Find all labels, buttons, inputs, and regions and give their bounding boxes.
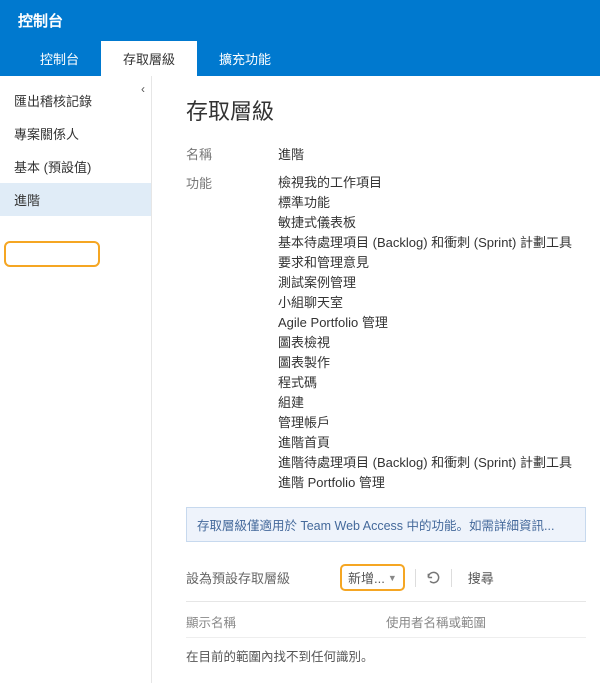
content-heading: 存取層級 <box>186 94 586 126</box>
refresh-icon[interactable] <box>426 570 441 585</box>
table-empty-message: 在目前的範圍內找不到任何識別。 <box>186 638 586 673</box>
table-header: 顯示名稱 使用者名稱或範圍 <box>186 602 586 638</box>
features-list: 檢視我的工作項目 標準功能 敏捷式儀表板 基本待處理項目 (Backlog) 和… <box>278 173 586 493</box>
feature-item: 進階待處理項目 (Backlog) 和衝刺 (Sprint) 計劃工具 <box>278 453 586 473</box>
name-value: 進階 <box>278 144 586 163</box>
sidebar-collapse-icon[interactable]: ‹ <box>141 82 145 96</box>
name-label: 名稱 <box>186 144 278 163</box>
highlight-ring-sidebar <box>4 241 100 267</box>
tab-access-levels[interactable]: 存取層級 <box>101 41 197 76</box>
column-display-name[interactable]: 顯示名稱 <box>186 612 386 631</box>
search-link[interactable]: 搜尋 <box>468 568 494 587</box>
header-title: 控制台 <box>18 13 63 30</box>
sidebar-item-export-audit[interactable]: 匯出稽核記錄 <box>0 84 151 117</box>
sidebar-item-basic[interactable]: 基本 (預設值) <box>0 150 151 183</box>
feature-item: 要求和管理意見 <box>278 253 586 273</box>
feature-item: Agile Portfolio 管理 <box>278 313 586 333</box>
divider <box>451 569 452 587</box>
feature-item: 組建 <box>278 393 586 413</box>
feature-item: 進階 Portfolio 管理 <box>278 473 586 493</box>
divider <box>415 569 416 587</box>
feature-item: 檢視我的工作項目 <box>278 173 586 193</box>
feature-item: 圖表製作 <box>278 353 586 373</box>
feature-item: 基本待處理項目 (Backlog) 和衝刺 (Sprint) 計劃工具 <box>278 233 586 253</box>
features-label: 功能 <box>186 173 278 493</box>
feature-item: 管理帳戶 <box>278 413 586 433</box>
features-row: 功能 檢視我的工作項目 標準功能 敏捷式儀表板 基本待處理項目 (Backlog… <box>186 173 586 493</box>
column-user-scope[interactable]: 使用者名稱或範圍 <box>386 612 586 631</box>
feature-item: 敏捷式儀表板 <box>278 213 586 233</box>
name-row: 名稱 進階 <box>186 144 586 163</box>
tab-extensions[interactable]: 擴充功能 <box>197 41 293 76</box>
feature-item: 進階首頁 <box>278 433 586 453</box>
chevron-down-icon: ▼ <box>388 573 397 583</box>
tab-bar: 控制台 存取層級 擴充功能 <box>0 41 600 76</box>
set-default-label[interactable]: 設為預設存取層級 <box>186 568 290 587</box>
page-header: 控制台 <box>0 0 600 41</box>
feature-item: 圖表檢視 <box>278 333 586 353</box>
sidebar: ‹ 匯出稽核記錄 專案關係人 基本 (預設值) 進階 <box>0 76 152 683</box>
main-area: ‹ 匯出稽核記錄 專案關係人 基本 (預設值) 進階 存取層級 名稱 進階 功能… <box>0 76 600 683</box>
feature-item: 程式碼 <box>278 373 586 393</box>
action-row: 設為預設存取層級 新增... ▼ 搜尋 <box>186 550 586 602</box>
add-button[interactable]: 新增... ▼ <box>340 564 405 591</box>
feature-item: 小組聊天室 <box>278 293 586 313</box>
info-banner[interactable]: 存取層級僅適用於 Team Web Access 中的功能。如需詳細資訊... <box>186 507 586 542</box>
tab-console[interactable]: 控制台 <box>18 41 101 76</box>
sidebar-item-advanced[interactable]: 進階 <box>0 183 151 216</box>
feature-item: 標準功能 <box>278 193 586 213</box>
feature-item: 測試案例管理 <box>278 273 586 293</box>
sidebar-item-stakeholder[interactable]: 專案關係人 <box>0 117 151 150</box>
content-panel: 存取層級 名稱 進階 功能 檢視我的工作項目 標準功能 敏捷式儀表板 基本待處理… <box>152 76 600 683</box>
